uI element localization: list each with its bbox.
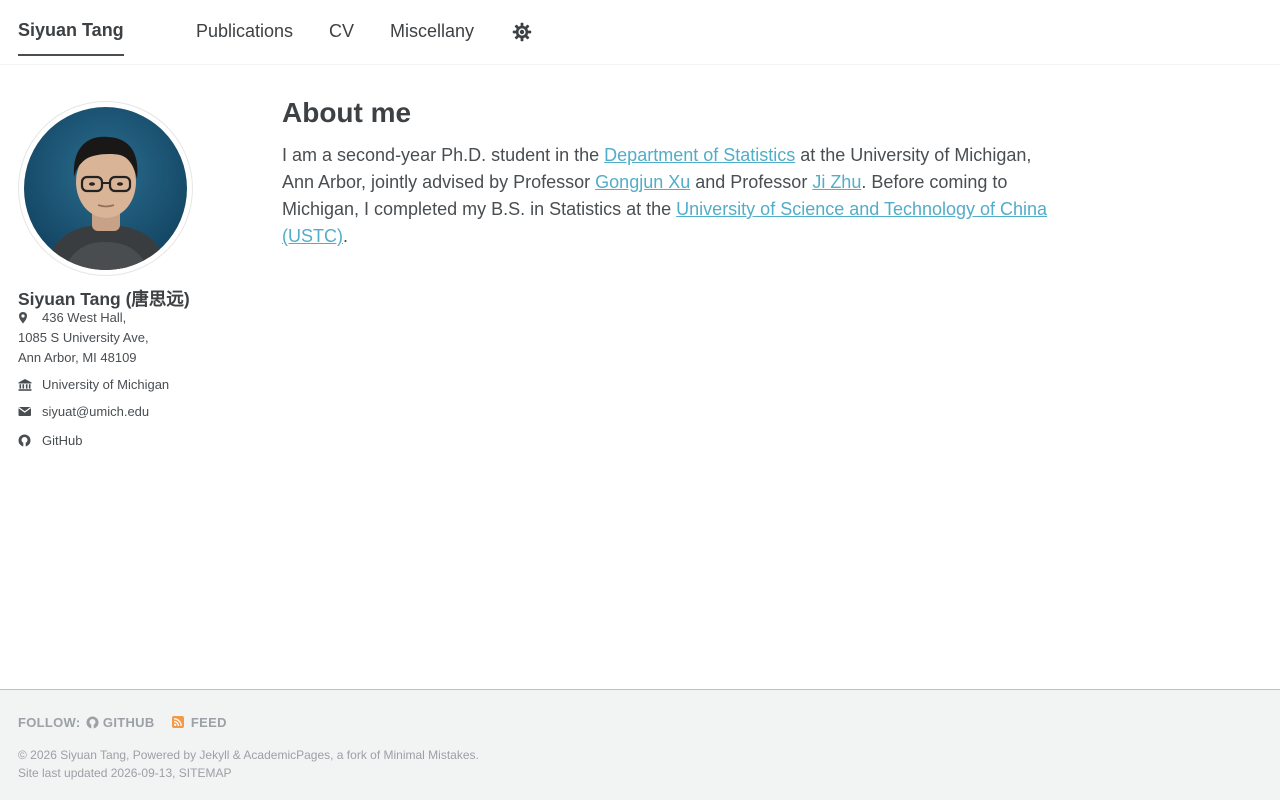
- envelope-icon: [18, 407, 32, 416]
- footer-github-link[interactable]: GITHUB: [86, 715, 155, 730]
- link-gongjun-xu[interactable]: Gongjun Xu: [595, 172, 690, 192]
- author-avatar: [18, 101, 193, 276]
- address-line-3: Ann Arbor, MI 48109: [18, 350, 137, 365]
- about-paragraph: I am a second-year Ph.D. student in the …: [282, 145, 1048, 246]
- nav-miscellany[interactable]: Miscellany: [390, 21, 474, 42]
- theme-toggle-button[interactable]: [512, 22, 532, 42]
- address-line-1: 436 West Hall,: [42, 310, 127, 325]
- site-title-link[interactable]: Siyuan Tang: [18, 20, 124, 41]
- page-footer: FOLLOW: GITHUB FEED © 2026 Siyuan Tang, …: [0, 689, 1280, 800]
- footer-feed-link[interactable]: FEED: [172, 715, 227, 730]
- active-underline: [18, 54, 124, 56]
- affiliation-row: University of Michigan: [18, 375, 169, 395]
- map-marker-icon: [19, 312, 27, 324]
- gear-icon: [512, 22, 532, 42]
- university-icon: [18, 379, 32, 391]
- link-ji-zhu[interactable]: Ji Zhu: [812, 172, 861, 192]
- link-department-of-statistics[interactable]: Department of Statistics: [604, 145, 795, 165]
- github-link[interactable]: GitHub: [42, 431, 82, 451]
- rss-icon: [172, 716, 184, 728]
- nav-cv[interactable]: CV: [329, 21, 354, 42]
- nav-publications[interactable]: Publications: [196, 21, 293, 42]
- last-updated-line: Site last updated 2026-09-13, SITEMAP: [18, 766, 232, 780]
- masthead: Siyuan Tang Publications CV Miscellany: [0, 0, 1280, 65]
- github-icon: [86, 716, 99, 729]
- email-link[interactable]: siyuat@umich.edu: [42, 402, 149, 422]
- copyright-line: © 2026 Siyuan Tang, Powered by Jekyll & …: [18, 748, 479, 762]
- address-line-2: 1085 S University Ave,: [18, 330, 149, 345]
- address-row: 436 West Hall, 1085 S University Ave, An…: [18, 308, 149, 368]
- github-icon: [18, 434, 31, 447]
- avatar-photo: [24, 107, 187, 270]
- follow-label: FOLLOW:: [18, 715, 81, 730]
- page-title: About me: [282, 97, 412, 128]
- email-row: siyuat@umich.edu: [18, 402, 149, 422]
- affiliation-text: University of Michigan: [42, 377, 170, 392]
- github-row: GitHub: [18, 431, 82, 451]
